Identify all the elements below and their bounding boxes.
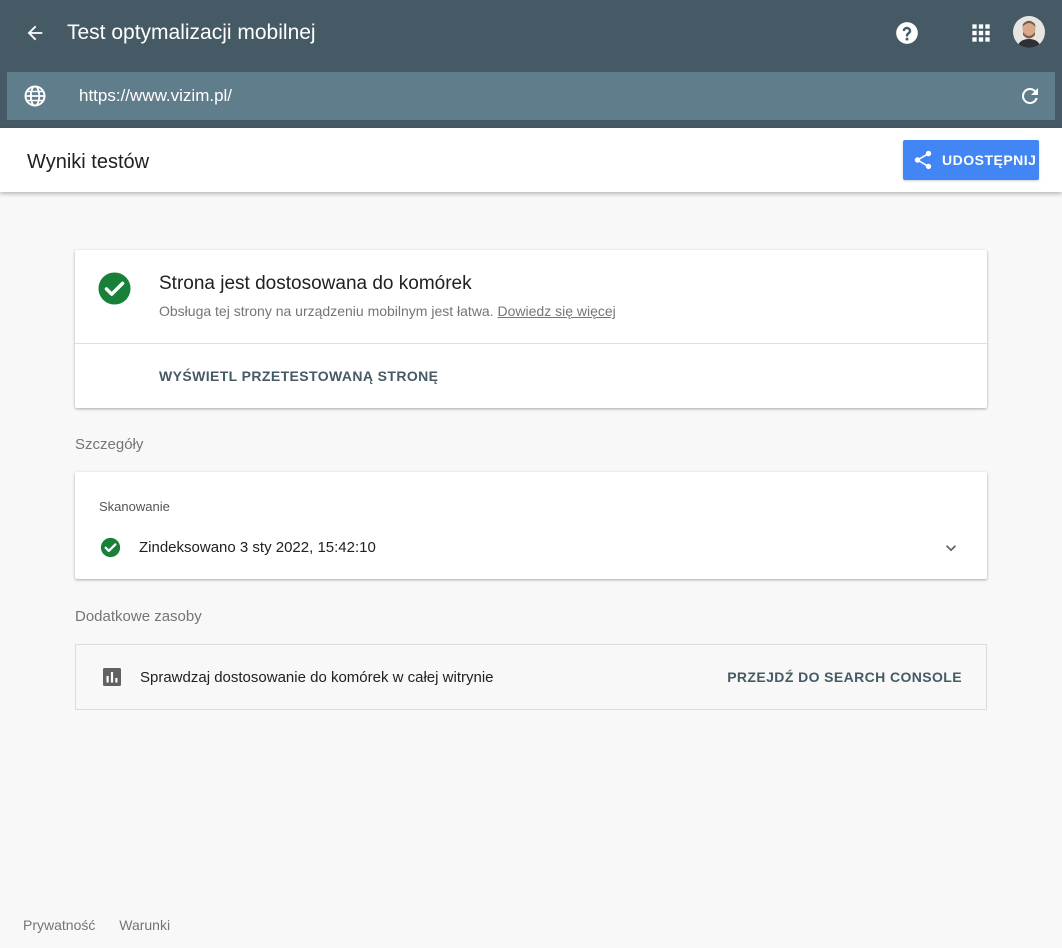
share-icon (914, 150, 932, 170)
view-tested-page-button[interactable]: WYŚWIETL PRZETESTOWANĄ STRONĘ (159, 368, 438, 384)
resources-text: Sprawdzaj dostosowanie do komórek w całe… (140, 669, 494, 686)
apps-button[interactable] (968, 20, 994, 46)
share-label: UDOSTĘPNIJ (942, 152, 1037, 168)
help-circle-icon (896, 22, 918, 44)
details-section-label: Szczegóły (75, 436, 144, 453)
resources-card: Sprawdzaj dostosowanie do komórek w całe… (75, 644, 987, 710)
url-input[interactable] (79, 80, 999, 112)
app-header: Test optymalizacji mobilnej (0, 0, 1062, 128)
divider (75, 343, 987, 344)
globe-icon (24, 85, 46, 107)
chevron-down-icon[interactable] (941, 538, 961, 558)
privacy-link[interactable]: Prywatność (23, 917, 95, 933)
check-circle-icon (100, 537, 121, 558)
share-button[interactable]: UDOSTĘPNIJ (903, 140, 1039, 180)
terms-link[interactable]: Warunki (119, 917, 170, 933)
learn-more-link[interactable]: Dowiedz się więcej (498, 303, 616, 319)
back-button[interactable] (20, 18, 50, 48)
result-card: Strona jest dostosowana do komórek Obsłu… (75, 250, 987, 408)
resources-section-label: Dodatkowe zasoby (75, 608, 202, 625)
page-title: Wyniki testów (27, 151, 150, 173)
footer: Prywatność Warunki (23, 917, 190, 933)
apps-grid-icon (972, 24, 990, 42)
help-button[interactable] (894, 20, 920, 46)
scan-label: Skanowanie (99, 499, 170, 514)
details-card: Skanowanie Zindeksowano 3 sty 2022, 15:4… (75, 472, 987, 579)
result-description: Obsługa tej strony na urządzeniu mobilny… (159, 302, 616, 320)
check-circle-icon (98, 272, 131, 305)
scan-status-text: Zindeksowano 3 sty 2022, 15:42:10 (139, 539, 376, 556)
user-avatar-icon (1013, 16, 1045, 48)
reload-icon[interactable] (1018, 84, 1042, 108)
url-bar (7, 72, 1055, 120)
app-title: Test optymalizacji mobilnej (67, 21, 316, 44)
bar-chart-icon (103, 668, 121, 686)
scan-status-row[interactable]: Zindeksowano 3 sty 2022, 15:42:10 (75, 534, 987, 562)
result-title: Strona jest dostosowana do komórek (159, 273, 472, 294)
avatar[interactable] (1013, 16, 1045, 48)
search-console-link[interactable]: PRZEJDŹ DO SEARCH CONSOLE (727, 669, 962, 685)
results-header: Wyniki testów UDOSTĘPNIJ (0, 128, 1062, 192)
result-description-text: Obsługa tej strony na urządzeniu mobilny… (159, 303, 494, 319)
arrow-back-icon (27, 25, 43, 41)
